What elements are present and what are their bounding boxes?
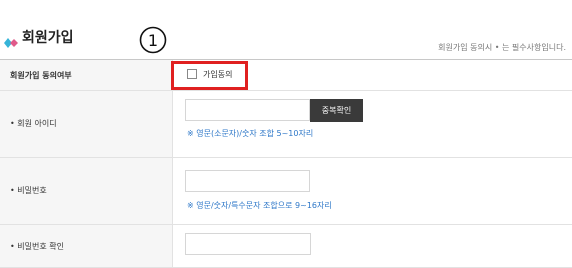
agree-checkbox[interactable] (187, 69, 197, 79)
member-id-row: • 회원 아이디 중복확인 ※ 영문(소문자)/숫자 조합 5~10자리 (0, 91, 572, 158)
password-confirm-input[interactable] (185, 233, 311, 255)
agree-row: 회원가입 동의여부 가입동의 (0, 60, 572, 91)
password-input[interactable] (185, 170, 310, 192)
required-note: 회원가입 동의시 • 는 필수사항입니다. (438, 43, 566, 52)
agree-label: 회원가입 동의여부 (10, 71, 72, 80)
page-header: 회원가입 1 회원가입 동의시 • 는 필수사항입니다. (0, 0, 572, 60)
password-label-cell: • 비밀번호 (0, 158, 173, 224)
svg-text:1: 1 (148, 31, 158, 50)
member-id-label: • 회원 아이디 (10, 119, 57, 128)
password-hint: ※ 영문/숫자/특수문자 조합으로 9~16자리 (187, 201, 332, 210)
signup-form: 회원가입 동의여부 가입동의 • 회원 아이디 중복확인 ※ 영문(소문자)/숫… (0, 59, 572, 268)
step-marker: 1 (139, 26, 167, 54)
member-id-label-cell: • 회원 아이디 (0, 91, 173, 157)
diamond-bullet-icon (4, 33, 18, 48)
password-label: • 비밀번호 (10, 186, 47, 195)
agree-label-cell: 회원가입 동의여부 (0, 60, 173, 90)
agree-checkbox-label[interactable]: 가입동의 (203, 69, 232, 80)
page-title: 회원가입 (22, 30, 74, 46)
member-id-hint: ※ 영문(소문자)/숫자 조합 5~10자리 (187, 129, 314, 138)
password-confirm-row: • 비밀번호 확인 (0, 225, 572, 268)
password-confirm-label: • 비밀번호 확인 (10, 242, 64, 251)
password-confirm-label-cell: • 비밀번호 확인 (0, 225, 173, 267)
member-id-input[interactable] (185, 99, 310, 121)
duplicate-check-button[interactable]: 중복확인 (310, 99, 363, 122)
password-row: • 비밀번호 ※ 영문/숫자/특수문자 조합으로 9~16자리 (0, 158, 572, 225)
